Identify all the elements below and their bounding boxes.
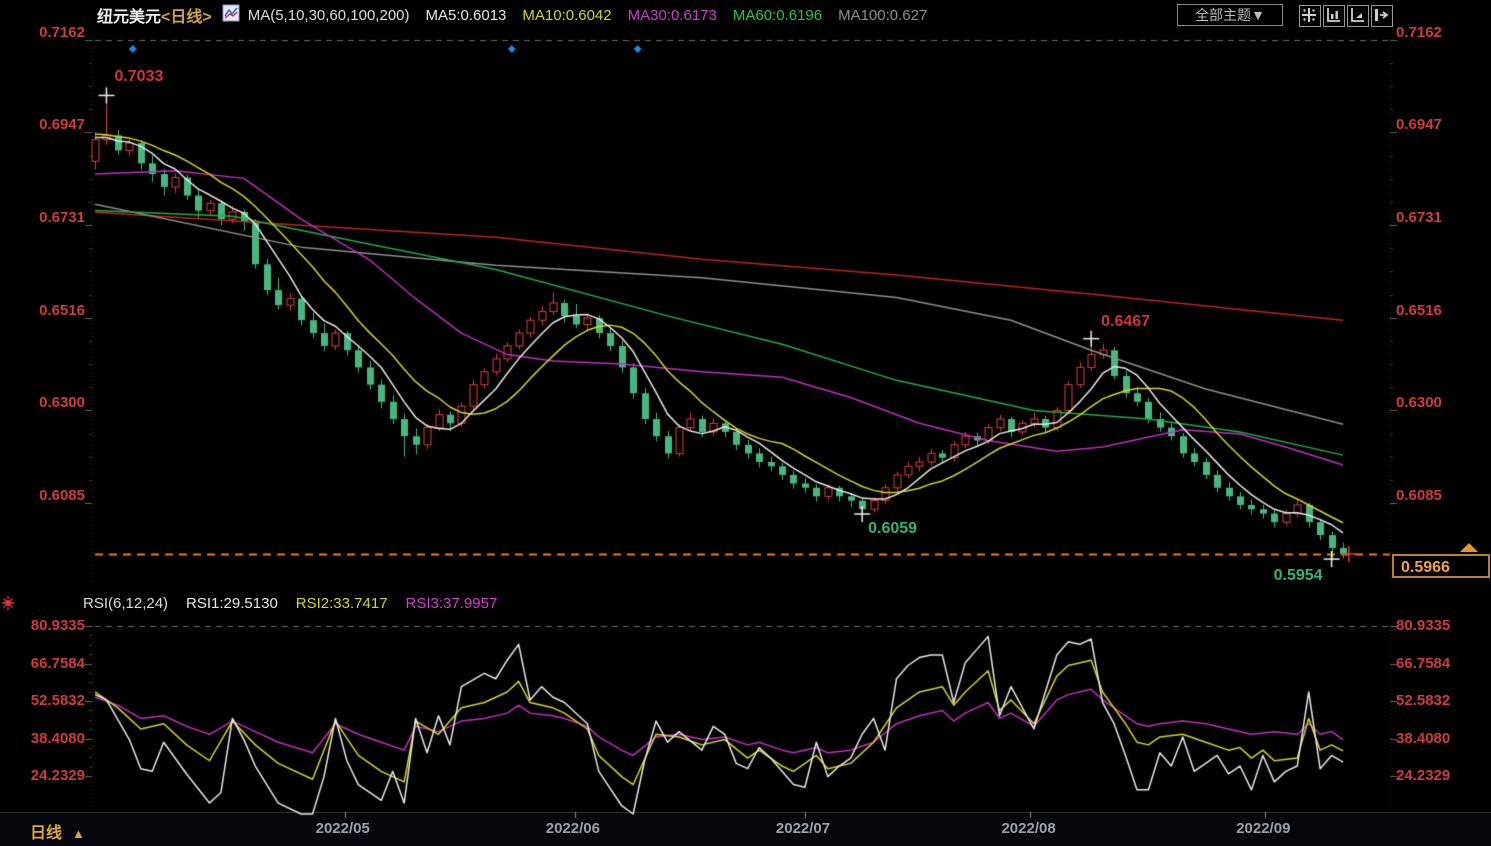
rsi-axis-label-right: 24.2329	[1396, 767, 1451, 784]
annotation-low-2: 0.5954	[1273, 567, 1323, 585]
scale-right-icon	[1351, 8, 1364, 22]
rsi-axis-label-left: 24.2329	[30, 767, 85, 784]
price-axis-label-left: 0.6085	[39, 486, 85, 504]
annotation-low-1: 0.6059	[868, 520, 918, 537]
rsi-settings-label: RSI(6,12,24)	[83, 594, 169, 612]
alert-burst-icon	[1, 595, 16, 617]
price-axis-label-right: 0.6300	[1396, 394, 1442, 412]
scale-left-icon	[1327, 8, 1340, 22]
theme-select-label: 全部主题	[1195, 7, 1252, 23]
pane-shift-icon	[1375, 9, 1389, 21]
price-axis-label-left: 0.6516	[39, 301, 85, 319]
ma-settings-label: MA(5,10,30,60,100,200)	[247, 6, 410, 24]
ma5-value-label: MA5:0.6013	[425, 6, 507, 24]
annotation-high-1: 0.7033	[114, 68, 164, 86]
annotation-high-2: 0.6467	[1101, 312, 1151, 330]
period-label: 日线	[30, 825, 63, 842]
rsi-axis-label-right: 52.5832	[1396, 692, 1451, 709]
scale-right-button[interactable]	[1347, 5, 1369, 27]
ma100-value-label: MA100:0.627	[838, 6, 928, 24]
price-axis-label-right: 0.6731	[1396, 209, 1442, 227]
date-label: 2022/05	[315, 820, 370, 837]
crosshair-move-button[interactable]	[1299, 5, 1321, 27]
period-selector[interactable]: 日线 ▲	[30, 819, 85, 843]
price-axis-label-left: 0.6731	[39, 209, 85, 227]
price-axis-label-right: 0.6516	[1396, 301, 1442, 319]
date-label: 2022/06	[545, 820, 600, 837]
rsi-axis-label-right: 80.9335	[1396, 617, 1451, 634]
ma60-value-label: MA60:0.6196	[732, 6, 823, 24]
price-axis-label-left: 0.6947	[39, 116, 85, 134]
rsi-axis-label-left: 66.7584	[30, 654, 85, 672]
rsi3-value-label: RSI3:37.9957	[405, 594, 498, 612]
date-label: 2022/07	[775, 820, 831, 837]
crosshair-move-icon	[1302, 8, 1316, 22]
last-price-tag: 0.5966	[1392, 553, 1490, 578]
rsi-axis-label-right: 66.7584	[1396, 654, 1451, 672]
price-axis-label-right: 0.6947	[1396, 116, 1442, 134]
price-axis-label-left: 0.6300	[39, 394, 85, 412]
ma10-value-label: MA10:0.6042	[522, 6, 612, 24]
triangle-up-icon: ▲	[72, 826, 85, 841]
period-tag: <日线>	[161, 9, 212, 26]
chart-window: 纽元美元 <日线> MA(5,10,30,60,100,200) MA5:0.6…	[0, 0, 1491, 846]
price-up-arrow-icon	[1460, 542, 1478, 552]
price-axis-label-right: 0.6085	[1396, 486, 1442, 504]
time-axis-row: 日线 ▲ 2022/05 2022/06 2022/07 2022/08 2022…	[0, 812, 1491, 846]
price-chart-canvas[interactable]	[0, 0, 1491, 846]
theme-select-button[interactable]: 全部主题▼	[1177, 4, 1283, 26]
rsi-axis-label-left: 38.4080	[30, 729, 85, 747]
rsi-axis-label-right: 38.4080	[1396, 729, 1451, 747]
date-label: 2022/08	[1001, 820, 1056, 837]
scale-left-button[interactable]	[1323, 5, 1345, 27]
symbol-title: 纽元美元	[97, 9, 162, 26]
rsi-header: RSI(6,12,24) RSI1:29.5130 RSI2:33.7417 R…	[83, 591, 515, 615]
ma30-value-label: MA30:0.6173	[627, 6, 717, 24]
caret-down-icon: ▼	[1251, 7, 1265, 23]
rsi1-value-label: RSI1:29.5130	[186, 594, 278, 612]
date-label: 2022/09	[1236, 820, 1291, 837]
pane-shift-button[interactable]	[1371, 5, 1393, 27]
rsi-axis-label-left: 52.5832	[30, 692, 85, 709]
rsi-axis-label-left: 80.9335	[30, 617, 85, 634]
rsi2-value-label: RSI2:33.7417	[295, 594, 388, 612]
line-chart-icon	[222, 4, 240, 27]
